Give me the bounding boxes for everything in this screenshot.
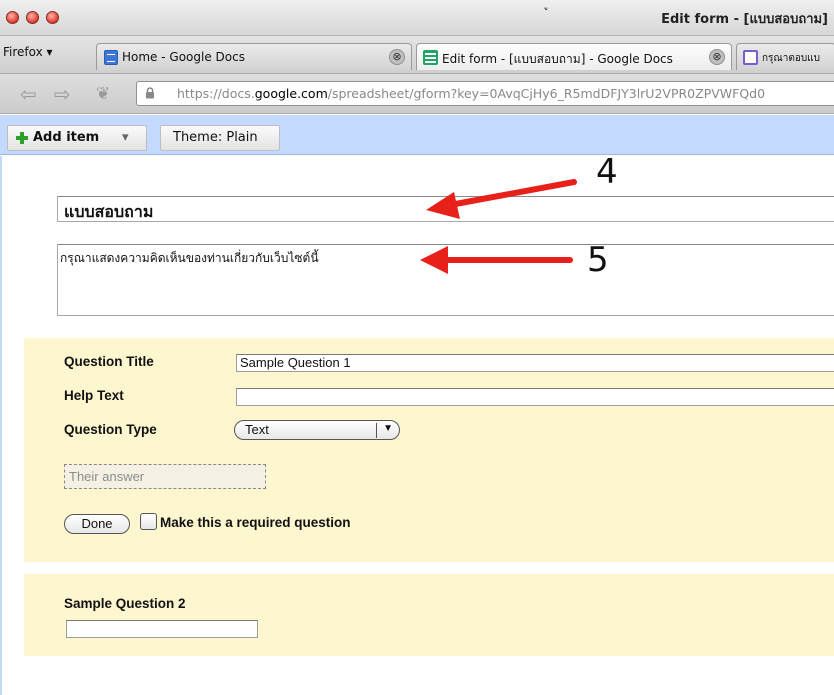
tab-label: Edit form - [แบบสอบถาม] - Google Docs — [442, 52, 673, 66]
back-arrow-icon[interactable]: ⇦ — [20, 82, 37, 106]
browser-window: ู Edit form - [แบบสอบถาม] Firefox ▾ Home… — [0, 0, 834, 695]
spreadsheet-icon — [423, 50, 438, 65]
firefox-menu-button[interactable]: Firefox ▾ — [3, 45, 53, 59]
tab-label: กรุณาตอบแบ — [762, 53, 820, 64]
add-item-button[interactable]: Add item ▾ — [7, 125, 147, 151]
tab-bar: Firefox ▾ Home - Google Docs ⊗ Edit form… — [0, 36, 834, 74]
arrow-4 — [426, 179, 577, 219]
callout-number-5: 5 — [587, 240, 609, 280]
close-tab-icon[interactable]: ⊗ — [389, 49, 405, 65]
chevron-down-icon: ▾ — [122, 130, 129, 145]
callout-number-4: 4 — [596, 152, 618, 192]
window-titlebar: ู Edit form - [แบบสอบถาม] — [0, 0, 834, 36]
close-tab-icon[interactable]: ⊗ — [709, 49, 725, 65]
lock-icon — [146, 87, 154, 99]
tab-home-google-docs[interactable]: Home - Google Docs ⊗ — [96, 43, 412, 70]
tab-form-response[interactable]: กรุณาตอบแบ — [736, 43, 834, 70]
minimize-window-icon[interactable] — [26, 11, 39, 24]
add-item-label: Add item — [33, 130, 100, 145]
annotation-arrows — [420, 179, 577, 274]
plus-icon — [16, 132, 28, 144]
zoom-window-icon[interactable] — [46, 11, 59, 24]
form-icon — [743, 50, 758, 65]
theme-button[interactable]: Theme: Plain — [160, 125, 280, 151]
forward-arrow-icon[interactable]: ⇨ — [54, 82, 71, 106]
theme-label: Theme: Plain — [173, 130, 258, 145]
form-editor-toolbar: Add item ▾ Theme: Plain — [0, 115, 834, 155]
docs-icon — [104, 50, 118, 65]
form-editor-page: แบบสอบถาม กรุณาแสดงความคิดเห็นของท่านเกี… — [0, 152, 834, 695]
arrow-5 — [420, 246, 573, 274]
navigation-bar: ⇦ ⇨ ❦ https://docs.google.com/spreadshee… — [0, 74, 834, 114]
url-bar[interactable]: https://docs.google.com/spreadsheet/gfor… — [136, 81, 834, 106]
tab-edit-form[interactable]: Edit form - [แบบสอบถาม] - Google Docs ⊗ — [416, 43, 732, 70]
url-text: https://docs.google.com/spreadsheet/gfor… — [177, 86, 766, 101]
window-title: Edit form - [แบบสอบถาม] — [661, 12, 828, 27]
close-window-icon[interactable] — [6, 11, 19, 24]
tab-label: Home - Google Docs — [122, 50, 245, 64]
bookmark-icon[interactable]: ❦ — [96, 84, 110, 104]
